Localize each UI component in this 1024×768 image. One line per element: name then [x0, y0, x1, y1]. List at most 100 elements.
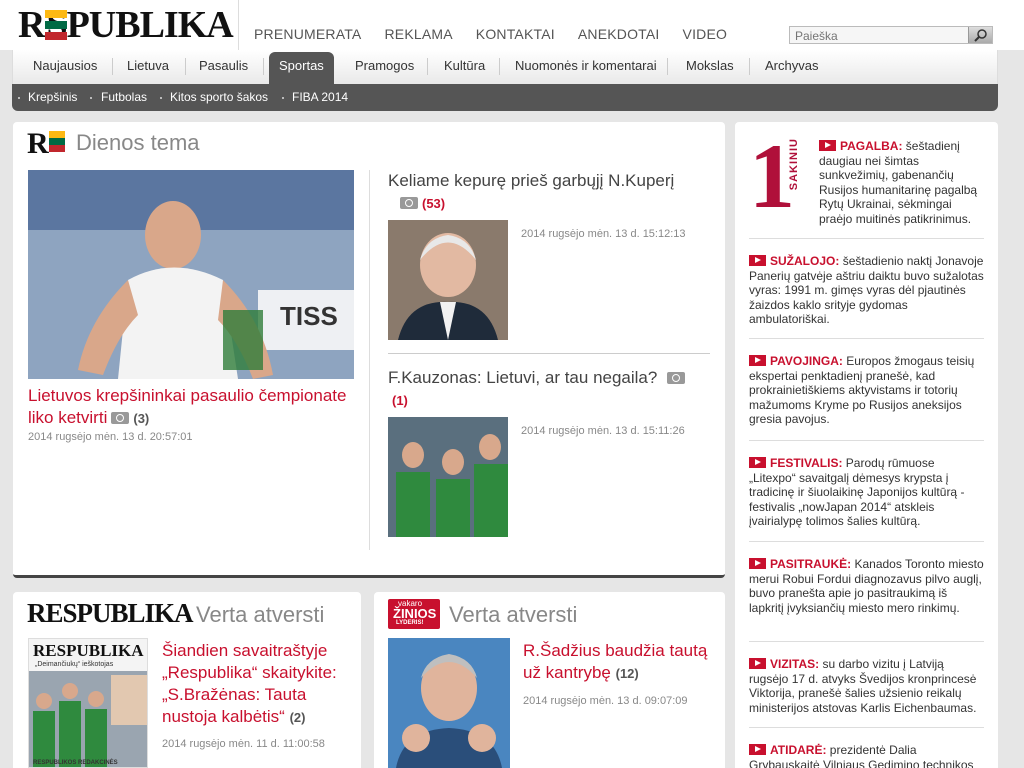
cover-footer: RESPUBLIKOS REDAKCINĖS	[33, 760, 118, 766]
nav-kultura[interactable]: Kultūra	[434, 50, 495, 84]
top-nav-kontaktai[interactable]: KONTAKTAI	[476, 26, 555, 42]
item-divider	[388, 353, 710, 354]
nav-divider	[499, 58, 500, 75]
section-title: Verta atversti	[449, 602, 578, 627]
verta2-headline[interactable]: R.Šadžius baudžia tautą už kantrybę (12)	[523, 640, 713, 685]
subnav-kitos[interactable]: Kitos sporto šakos	[170, 84, 268, 111]
news-item[interactable]: PAVOJINGA: Europos žmogaus teisių eksper…	[749, 354, 984, 427]
portrait-image	[388, 220, 508, 340]
nav-mokslas[interactable]: Mokslas	[676, 50, 744, 84]
item2-photo[interactable]	[388, 417, 508, 537]
newspaper-cover[interactable]: RESPUBLIKA „Deimančiukų“ ieškotojas RESP…	[28, 638, 148, 768]
comment-count[interactable]: (2)	[290, 710, 306, 725]
news-tag: FESTIVALIS:	[770, 456, 843, 470]
nav-naujausios[interactable]: Naujausios	[23, 50, 107, 84]
news-divider	[749, 541, 984, 542]
news-item[interactable]: SUŽALOJO: šeštadienio naktį Jonavoje Pan…	[749, 254, 984, 327]
news-tag: SUŽALOJO:	[770, 254, 840, 268]
camera-icon	[667, 372, 686, 384]
item2-headline[interactable]: F.Kauzonas: Lietuvi, ar tau negaila? (1)	[388, 367, 710, 412]
item1-headline[interactable]: Keliame kepurę prieš garbųjį N.Kuperį (5…	[388, 170, 708, 215]
nav-divider	[749, 58, 750, 75]
comment-count[interactable]: (53)	[422, 196, 445, 211]
bullet	[160, 97, 162, 99]
one-sentence-label: SAKINIU	[788, 138, 800, 191]
search-input[interactable]	[790, 28, 965, 44]
nav-pasaulis[interactable]: Pasaulis	[189, 50, 258, 84]
top-nav-anekdotai[interactable]: ANEKDOTAI	[578, 26, 660, 42]
news-item[interactable]: PASITRAUKĖ: Kanados Toronto miesto merui…	[749, 557, 984, 615]
play-icon	[749, 658, 766, 669]
main-nav: Naujausios Lietuva Pasaulis Sportas Pram…	[12, 50, 998, 84]
item1-headline-text[interactable]: Keliame kepurę prieš garbųjį N.Kuperį	[388, 171, 674, 190]
one-sentence-sidebar: 1 SAKINIU PAGALBA: šeštadienį daugiau ne…	[735, 122, 998, 768]
lead-headline-text[interactable]: Lietuvos krepšininkai pasaulio čempionat…	[28, 386, 346, 427]
nav-divider	[263, 58, 264, 75]
respublika-logo[interactable]: RESPUBLIKA	[27, 598, 194, 629]
lead-date: 2014 rugsėjo mėn. 13 d. 20:57:01	[28, 431, 193, 443]
site-logo[interactable]: R SPUBLIKA	[18, 6, 234, 44]
play-icon	[749, 744, 766, 755]
news-item[interactable]: ATIDARĖ: prezidentė Dalia Grybauskaitė V…	[749, 743, 984, 768]
cover-masthead: RESPUBLIKA	[33, 641, 144, 660]
news-tag: PAGALBA:	[840, 139, 903, 153]
nav-divider	[185, 58, 186, 75]
basketball-team-image	[388, 417, 508, 537]
header: R SPUBLIKA PRENUMERATA REKLAMA KONTAKTAI…	[0, 0, 1024, 50]
flag-icon	[49, 131, 65, 152]
news-divider	[749, 727, 984, 728]
news-item[interactable]: VIZITAS: su darbo vizitu į Latviją rugsė…	[749, 657, 984, 715]
vakaro-zinios-logo[interactable]: vakaro ŽINIOS LYDERIS!	[388, 599, 440, 629]
comment-count[interactable]: (1)	[392, 393, 408, 408]
section-title: Verta atversti	[196, 602, 325, 627]
nav-divider	[112, 58, 113, 75]
verta1-headline-text[interactable]: Šiandien savaitraštyje „Respublika“ skai…	[162, 641, 337, 726]
cover-photo-image	[29, 671, 147, 767]
comment-count[interactable]: (3)	[133, 411, 149, 426]
news-divider	[749, 641, 984, 642]
verta-atversti-respublika-panel: RESPUBLIKA Verta atversti RESPUBLIKA „De…	[13, 592, 361, 768]
lead-headline[interactable]: Lietuvos krepšininkai pasaulio čempionat…	[28, 385, 348, 430]
comment-count[interactable]: (12)	[616, 666, 639, 681]
subnav-krepsinis[interactable]: Krepšinis	[28, 84, 77, 111]
search-button[interactable]	[968, 27, 992, 43]
item2-headline-text[interactable]: F.Kauzonas: Lietuvi, ar tau negaila?	[388, 368, 657, 387]
bullet	[18, 97, 20, 99]
dienos-tema-panel: R Dienos tema TISS Lietuvos krepšininkai…	[13, 122, 725, 578]
play-icon	[749, 355, 766, 366]
search-icon	[974, 29, 987, 42]
verta2-date: 2014 rugsėjo mėn. 13 d. 09:07:09	[523, 695, 688, 707]
bullet	[90, 97, 92, 99]
nav-sportas[interactable]: Sportas	[269, 52, 334, 84]
top-nav-video[interactable]: VIDEO	[683, 26, 728, 42]
play-icon	[819, 140, 836, 151]
play-icon	[749, 255, 766, 266]
lead-photo[interactable]: TISS	[28, 170, 354, 379]
camera-icon	[400, 197, 418, 209]
news-item[interactable]: PAGALBA: šeštadienį daugiau nei šimtas s…	[819, 139, 984, 226]
nav-nuomones[interactable]: Nuomonės ir komentarai	[505, 50, 667, 84]
item1-date: 2014 rugsėjo mėn. 13 d. 15:12:13	[521, 228, 686, 240]
news-tag: ATIDARĖ:	[770, 743, 827, 757]
nav-pramogos[interactable]: Pramogos	[345, 50, 424, 84]
item1-photo[interactable]	[388, 220, 508, 340]
cover-text: „Deimančiukų“ ieškotojas	[35, 661, 114, 668]
nav-lietuva[interactable]: Lietuva	[117, 50, 179, 84]
news-divider	[749, 440, 984, 441]
camera-icon	[111, 412, 130, 424]
item2-date: 2014 rugsėjo mėn. 13 d. 15:11:26	[521, 425, 685, 437]
column-divider	[369, 170, 370, 550]
top-nav-reklama[interactable]: REKLAMA	[384, 26, 452, 42]
news-tag: PAVOJINGA:	[770, 354, 843, 368]
logo-main-text: ŽINIOS	[393, 606, 437, 621]
sub-nav: Krepšinis Futbolas Kitos sporto šakos FI…	[12, 84, 998, 111]
news-item[interactable]: FESTIVALIS: Parodų rūmuose „Litexpo“ sav…	[749, 456, 984, 529]
subnav-futbolas[interactable]: Futbolas	[101, 84, 147, 111]
verta1-headline[interactable]: Šiandien savaitraštyje „Respublika“ skai…	[162, 640, 354, 729]
subnav-fiba[interactable]: FIBA 2014	[292, 84, 348, 111]
top-nav-prenumerata[interactable]: PRENUMERATA	[254, 26, 361, 42]
nav-archyvas[interactable]: Archyvas	[755, 50, 828, 84]
news-divider	[749, 338, 984, 339]
news-tag: VIZITAS:	[770, 657, 820, 671]
verta2-photo[interactable]	[388, 638, 510, 768]
